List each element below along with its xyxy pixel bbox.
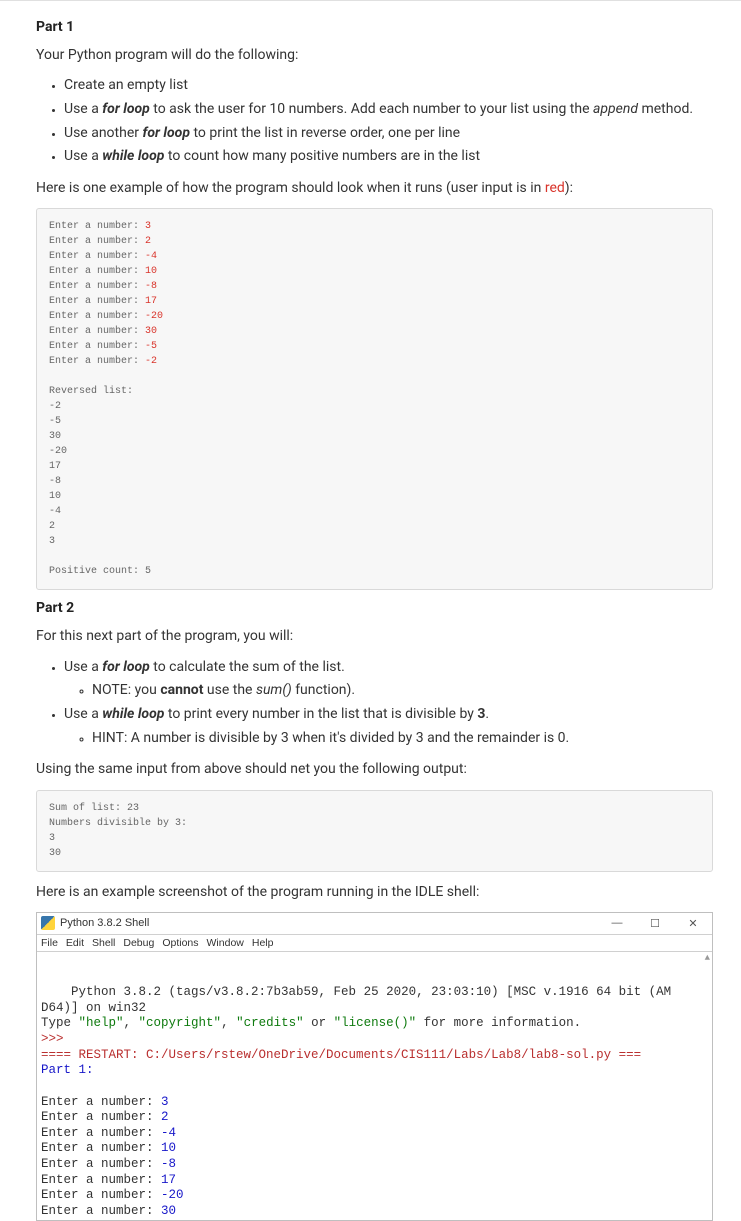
idle-title: Python 3.8.2 Shell [60,917,149,929]
list-item: NOTE: you cannot use the sum() function)… [92,680,713,702]
menu-edit[interactable]: Edit [66,937,84,949]
part2-bullet-list: Use a for loop to calculate the sum of t… [36,657,713,750]
idle-output: ▲ Python 3.8.2 (tags/v3.8.2:7b3ab59, Feb… [37,952,712,1220]
menu-file[interactable]: File [41,937,58,949]
list-item: Use another for loop to print the list i… [64,123,713,145]
list-item: Use a while loop to count how many posit… [64,146,713,168]
window-maximize-button[interactable]: ☐ [636,912,674,934]
idle-menubar: File Edit Shell Debug Options Window Hel… [37,935,712,952]
list-item: HINT: A number is divisible by 3 when it… [92,728,713,750]
list-item: Use a for loop to ask the user for 10 nu… [64,99,713,121]
part1-title: Part 1 [36,19,713,35]
part1-example-intro: Here is one example of how the program s… [36,178,713,198]
screenshot-intro: Here is an example screenshot of the pro… [36,882,713,902]
window-close-button[interactable]: ✕ [674,912,712,934]
menu-debug[interactable]: Debug [123,937,154,949]
idle-shell-window: Python 3.8.2 Shell — ☐ ✕ File Edit Shell… [36,912,713,1221]
part2-code-block: Sum of list: 23 Numbers divisible by 3: … [36,790,713,872]
part1-bullet-list: Create an empty list Use a for loop to a… [36,75,713,168]
list-item: Use a while loop to print every number i… [64,704,713,749]
python-icon [41,916,55,930]
part2-using-same: Using the same input from above should n… [36,759,713,779]
document-page: Part 1 Your Python program will do the f… [0,0,741,1221]
list-item: Use a for loop to calculate the sum of t… [64,657,713,702]
part1-code-block: Enter a number: 3 Enter a number: 2 Ente… [36,208,713,590]
part1-intro: Your Python program will do the followin… [36,45,713,65]
list-item: Create an empty list [64,75,713,97]
menu-options[interactable]: Options [162,937,198,949]
window-minimize-button[interactable]: — [598,912,636,934]
menu-shell[interactable]: Shell [92,937,115,949]
menu-window[interactable]: Window [207,937,244,949]
idle-titlebar: Python 3.8.2 Shell — ☐ ✕ [37,913,712,935]
menu-help[interactable]: Help [252,937,274,949]
part2-title: Part 2 [36,600,713,616]
part2-intro: For this next part of the program, you w… [36,626,713,646]
scrollbar-up-icon[interactable]: ▲ [705,953,710,964]
